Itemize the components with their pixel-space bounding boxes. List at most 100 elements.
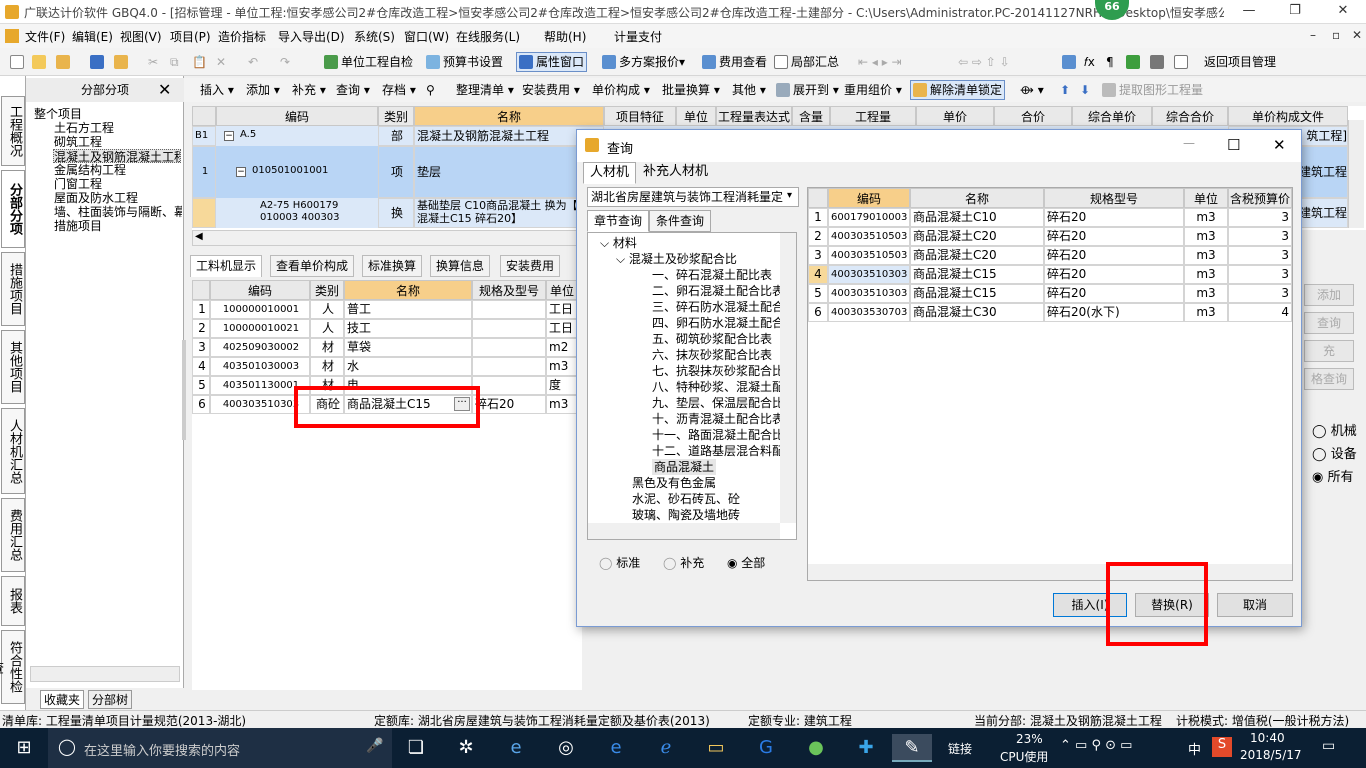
col-header-price-file[interactable]: 单价构成文件 — [1228, 106, 1348, 126]
col-header-code[interactable]: 编码 — [210, 280, 310, 300]
chapter-tree-item[interactable]: 一、碎石混凝土配比表 — [652, 267, 772, 283]
move-up-icon[interactable]: ⬆ — [1058, 80, 1072, 100]
quota-library-select[interactable]: 湖北省房屋建筑与装饰工程消耗量定 — [587, 187, 799, 207]
col-header-expression[interactable]: 工程量表达式 — [716, 106, 792, 126]
col-header-unit[interactable]: 单位 — [1184, 188, 1228, 208]
fee-view-button[interactable]: 费用查看 — [700, 52, 769, 72]
move-down-icon[interactable]: ⬇ — [1078, 80, 1092, 100]
taskbar-link-label[interactable]: 链接 — [948, 740, 972, 757]
property-window-button[interactable]: 属性窗口 — [516, 52, 588, 72]
chapter-tree-item[interactable]: 八、特种砂浆、混凝土配 — [652, 379, 784, 395]
tab-compliance-check[interactable]: 符合性检查 — [0, 630, 25, 704]
tree-vscrollbar[interactable] — [780, 233, 796, 523]
tab-chapter-query[interactable]: 章节查询 — [587, 210, 650, 232]
tree-item-selected[interactable]: 混凝土及钢筋混凝土工程 — [53, 149, 181, 163]
binoculars-icon[interactable]: ⚲ — [424, 80, 437, 100]
install-fee-button[interactable]: 安装费用 ▾ — [520, 80, 582, 100]
col-header-name[interactable]: 名称 — [414, 106, 604, 126]
tab-convert-info[interactable]: 换算信息 — [430, 255, 491, 277]
menu-import-export[interactable]: 导入导出(D) — [278, 28, 345, 45]
tree-item[interactable]: 屋面及防水工程 — [54, 191, 138, 205]
edge-icon[interactable]: e — [598, 734, 634, 762]
unlock-list-button[interactable]: 解除清单锁定 — [910, 80, 1006, 100]
col-header-code[interactable]: 编码 — [216, 106, 378, 126]
menu-project[interactable]: 项目(P) — [170, 28, 211, 45]
microphone-icon[interactable]: 🎤 — [366, 738, 383, 754]
book-icon[interactable] — [1124, 52, 1145, 72]
menu-edit[interactable]: 编辑(E) — [72, 28, 113, 45]
menu-cost-index[interactable]: 造价指标 — [218, 28, 266, 45]
people-icon[interactable]: ⌃ ▭ ⚲ ⊙ ▭ — [1060, 738, 1132, 753]
tab-labor-material[interactable]: 工料机显示 — [190, 255, 263, 277]
tree-item[interactable]: 门窗工程 — [54, 177, 102, 191]
dialog-minimize-icon[interactable]: — — [1183, 136, 1195, 150]
tree-expander[interactable]: ⌵ — [600, 236, 613, 250]
grid-row[interactable]: 1 600179010003 商品混凝土C10 碎石20 m3 3 — [808, 208, 1292, 227]
list-icon[interactable] — [1172, 52, 1193, 72]
col-header-unit[interactable]: 单位 — [676, 106, 716, 126]
col-header-quantity[interactable]: 工程量 — [830, 106, 916, 126]
collapse-icon[interactable]: − — [236, 167, 246, 177]
chapter-tree-item[interactable]: 五、砌筑砂浆配合比表 — [652, 331, 772, 347]
col-header-composite-price[interactable]: 综合单价 — [1072, 106, 1152, 126]
col-header-unit-price[interactable]: 单价 — [916, 106, 994, 126]
mdi-restore-icon[interactable]: ▫ — [1332, 28, 1340, 42]
restore-icon[interactable]: ❐ — [1272, 0, 1318, 24]
unit-price-composition-button[interactable]: 单价构成 ▾ — [590, 80, 652, 100]
grid-row[interactable]: 4 400303510303 商品混凝土C15 碎石20 m3 3 — [808, 265, 1292, 284]
scroll-left-icon[interactable]: ◀ — [195, 231, 203, 242]
tab-project-overview[interactable]: 工程概况 — [1, 96, 25, 166]
tree-expander[interactable]: ⌵ — [616, 252, 629, 266]
chapter-tree-item[interactable]: 十一、路面混凝土配合比 — [652, 427, 784, 443]
add-button[interactable]: 添加 — [1304, 284, 1354, 306]
tab-favorites[interactable]: 收藏夹 — [40, 690, 85, 709]
tree-item[interactable]: 土石方工程 — [54, 121, 114, 135]
plus-app-icon[interactable]: ✚ — [848, 734, 884, 762]
radio-equipment[interactable]: ◯ 设备 — [1312, 443, 1357, 462]
paste-icon[interactable]: 📋 — [190, 52, 209, 72]
tree-item[interactable]: 砌筑工程 — [54, 135, 102, 149]
other-button[interactable]: 其他 ▾ — [730, 80, 768, 100]
tab-reports[interactable]: 报表 — [1, 576, 25, 626]
chrome-like-icon[interactable]: ◎ — [548, 734, 584, 762]
paint-icon[interactable]: ⟴ ▾ — [1018, 80, 1046, 100]
ie-icon[interactable]: e — [498, 734, 534, 762]
tab-install-fee[interactable]: 安装费用 — [500, 255, 561, 277]
new-icon[interactable] — [8, 52, 29, 72]
nav-first-icon[interactable]: ⇤ ◂ ▸ ⇥ — [856, 52, 904, 72]
nav-arrows-icon[interactable]: ⇦ ⇨ ⇧ ⇩ — [956, 52, 1012, 72]
chapter-tree-item[interactable]: 七、抗裂抹灰砂浆配合比 — [652, 363, 784, 379]
col-header-price[interactable]: 含税预算价 — [1228, 188, 1292, 208]
organize-list-button[interactable]: 整理清单 ▾ — [454, 80, 516, 100]
tab-other-items[interactable]: 其他项目 — [1, 330, 25, 404]
delete-icon[interactable]: ✕ — [214, 52, 228, 72]
col-header-name[interactable]: 名称 — [910, 188, 1044, 208]
chapter-tree-item[interactable]: 水泥、砂石砖瓦、砼 — [632, 491, 740, 507]
chapter-tree-item[interactable]: 三、碎石防水混凝土配合 — [652, 299, 784, 315]
dialog-maximize-icon[interactable]: ☐ — [1227, 136, 1240, 154]
tab-measures[interactable]: 措施项目 — [1, 252, 25, 326]
tab-standard-convert[interactable]: 标准换算 — [362, 255, 423, 277]
ime-indicator[interactable]: 中 — [1188, 739, 1201, 758]
col-header-total[interactable]: 合价 — [994, 106, 1072, 126]
collapse-icon[interactable]: − — [224, 131, 234, 141]
menu-system[interactable]: 系统(S) — [354, 28, 395, 45]
radio-machinery[interactable]: ◯ 机械 — [1312, 420, 1357, 439]
menu-online[interactable]: 在线服务(L) — [456, 28, 520, 45]
radio-all[interactable]: ◉ 全部 — [727, 554, 765, 571]
tree-hscrollbar[interactable] — [30, 666, 180, 682]
chapter-tree-item[interactable]: 四、卵石防水混凝土配合 — [652, 315, 784, 331]
chapter-tree-item[interactable]: 九、垫层、保温层配合比 — [652, 395, 784, 411]
chapter-tree-item[interactable]: ⌵ 材料 — [600, 235, 637, 251]
batch-convert-button[interactable]: 批量换算 ▾ — [660, 80, 722, 100]
menu-payment[interactable]: 计量支付 — [596, 28, 662, 45]
mdi-close-icon[interactable]: ✕ — [1352, 28, 1362, 42]
redo-icon[interactable]: ↷ — [278, 52, 292, 72]
grid-hscrollbar[interactable] — [808, 564, 1292, 580]
col-header-code[interactable]: 编码 — [828, 188, 910, 208]
radio-standard[interactable]: ◯ 标准 — [599, 554, 640, 571]
table-row[interactable]: 3 402509030002 材草袋 m2 — [192, 338, 578, 357]
expand-to-button[interactable]: 展开到 ▾ — [774, 80, 841, 100]
chapter-tree-item[interactable]: 玻璃、陶瓷及墙地砖 — [632, 507, 740, 523]
chapter-tree-item[interactable]: 二、卵石混凝土配合比表 — [652, 283, 784, 299]
